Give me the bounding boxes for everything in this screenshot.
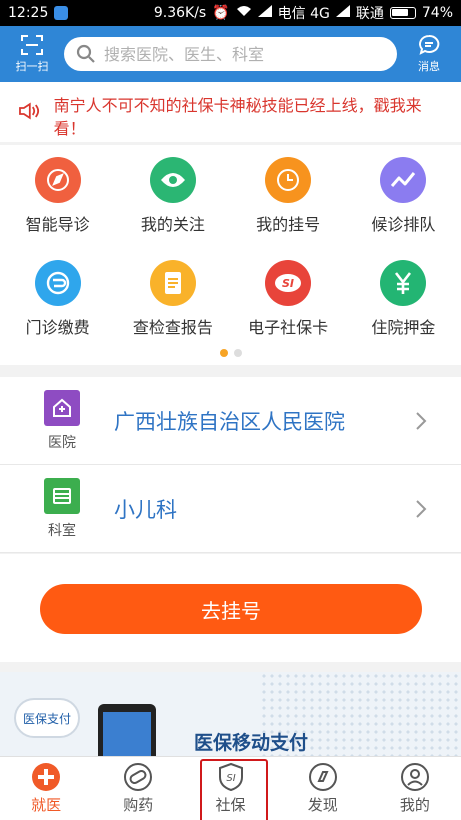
battery-percent: 74% [421,5,453,21]
service-si-card[interactable]: SI 电子社保卡 [231,248,346,351]
announcement-banner[interactable]: 南宁人不可不知的社保卡神秘技能已经上线，戳我来看！ [0,82,461,142]
search-input[interactable] [104,44,385,64]
hospital-row[interactable]: 医院 广西壮族自治区人民医院 [0,377,461,465]
pill-icon [124,763,153,791]
service-label: 我的挂号 [256,215,321,234]
trend-icon [380,157,427,203]
chevron-right-icon [416,411,427,430]
page-dot-active [219,349,228,357]
service-label: 住院押金 [371,318,436,337]
status-bar: 12:25 9.36K/s ⏰ 电信 4G 联通 74% [0,0,461,26]
notification-app-icon [54,6,69,20]
announcement-text: 南宁人不可不知的社保卡神秘技能已经上线，戳我来看！ [53,96,422,138]
service-label: 我的关注 [140,215,205,234]
tab-label: 发现 [307,796,338,814]
service-my-registrations[interactable]: 我的挂号 [231,145,346,248]
department-field: 科室 [42,477,82,540]
eye-icon [149,157,196,203]
tab-label: 购药 [123,796,154,814]
service-my-follows[interactable]: 我的关注 [115,145,230,248]
promo-badge: 医保支付 [14,698,80,738]
yuan-icon [380,260,427,306]
carrier-1: 电信 4G [277,6,330,22]
service-queue[interactable]: 候诊排队 [346,145,461,248]
tab-profile[interactable]: 我的 [369,757,461,820]
service-row: 门诊缴费 查检查报告 SI 电子社保卡 住院押金 [0,248,461,351]
phone-graphic [98,704,156,756]
speaker-icon [19,102,40,120]
department-value: 小儿科 [114,497,177,522]
scan-label: 扫一扫 [15,60,49,73]
hospital-caption: 医院 [48,434,76,451]
network-speed: 9.36K/s [153,5,207,21]
clock-icon [265,157,312,203]
service-deposit[interactable]: 住院押金 [346,248,461,351]
register-button[interactable]: 去挂号 [40,584,422,634]
chevron-right-icon [416,499,427,518]
svg-text:SI: SI [282,277,294,290]
service-label: 查检查报告 [132,318,213,337]
search-icon [76,44,95,63]
registration-selector: 医院 广西壮族自治区人民医院 科室 小儿科 [0,377,461,553]
hospital-icon [44,389,80,426]
register-area: 去挂号 [0,554,461,662]
wifi-icon [236,5,252,21]
signal-icon-2 [335,5,350,21]
report-icon [149,260,196,306]
compass-icon [34,157,81,203]
tab-social-security[interactable]: SI 社保 [184,757,276,820]
bottom-tab-bar: 就医 购药 SI 社保 发现 我的 [0,756,461,820]
service-grid: 智能导诊 我的关注 我的挂号 候诊排队 门诊缴费 查检查报告 SI 电子社保卡 … [0,145,461,365]
svg-text:SI: SI [226,773,235,784]
hospital-field: 医院 [42,389,82,452]
promo-banner[interactable]: 医保支付 医保移动支付 [0,672,461,756]
hospital-value: 广西壮族自治区人民医院 [114,409,345,434]
tab-label: 我的 [399,796,430,814]
carrier-2: 联通 [355,6,384,22]
page-indicator [0,349,461,357]
service-label: 电子社保卡 [248,318,329,337]
social-security-icon: SI [218,762,243,792]
discover-icon [308,763,337,791]
service-reports[interactable]: 查检查报告 [115,248,230,351]
service-smart-guide[interactable]: 智能导诊 [0,145,115,248]
tab-medical[interactable]: 就医 [0,757,92,820]
search-bar[interactable] [64,37,397,71]
service-label: 门诊缴费 [25,318,90,337]
messages-label: 消息 [418,60,440,73]
profile-icon [400,763,429,791]
service-outpatient-payment[interactable]: 门诊缴费 [0,248,115,351]
app-header: 扫一扫 消息 [0,26,461,82]
messages-button[interactable]: 消息 [397,26,461,82]
department-row[interactable]: 科室 小儿科 [0,465,461,553]
message-icon [419,34,440,55]
service-row: 智能导诊 我的关注 我的挂号 候诊排队 [0,145,461,248]
signal-icon [257,5,272,21]
service-label: 智能导诊 [25,215,90,234]
tab-label: 社保 [215,796,246,814]
tab-label: 就医 [31,796,62,814]
scan-icon [21,35,43,55]
medical-cross-icon [32,763,61,791]
tab-discover[interactable]: 发现 [277,757,369,820]
department-icon [44,477,80,514]
payment-icon [34,260,81,306]
tab-medicine[interactable]: 购药 [92,757,184,820]
promo-title: 医保移动支付 [194,732,309,754]
service-label: 候诊排队 [371,215,436,234]
alarm-icon: ⏰ [212,5,230,21]
si-card-icon: SI [265,260,312,306]
page-dot [233,349,242,357]
department-caption: 科室 [48,522,76,539]
status-time: 12:25 [8,5,49,21]
scan-button[interactable]: 扫一扫 [0,26,64,82]
battery-icon [389,7,416,19]
